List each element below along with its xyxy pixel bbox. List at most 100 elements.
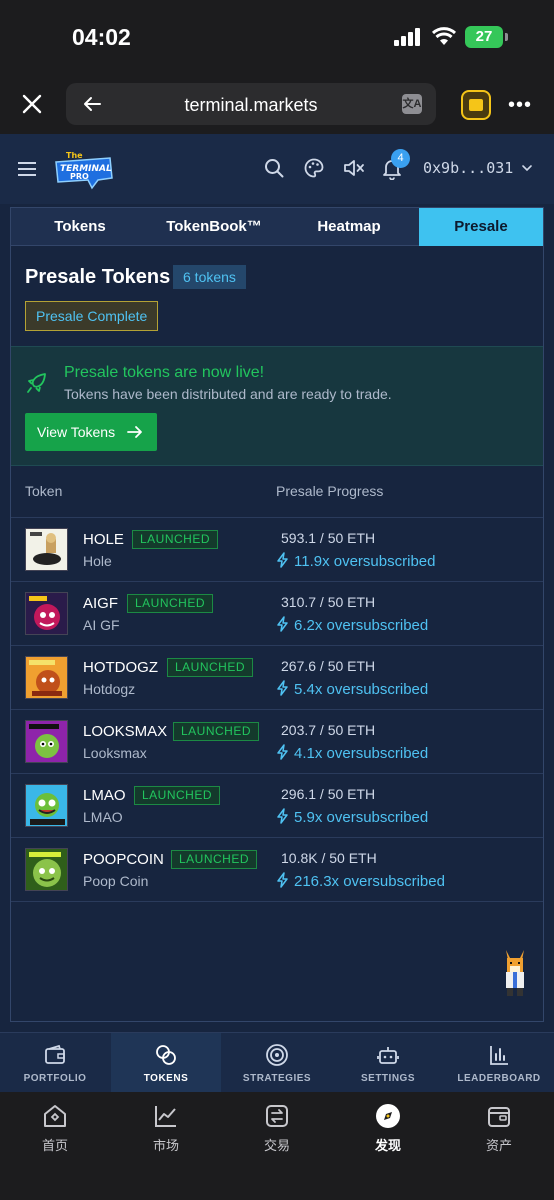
nav-discover[interactable]: 发现 — [358, 1102, 418, 1154]
nav-label: LEADERBOARD — [457, 1073, 541, 1084]
battery-icon: 27 — [465, 26, 503, 48]
nav-home[interactable]: 首页 — [25, 1102, 85, 1154]
launched-badge: LAUNCHED — [171, 850, 258, 869]
token-thumbnail — [25, 848, 68, 891]
token-name: Hole — [83, 553, 112, 569]
oversubscribed-text: 5.9x oversubscribed — [294, 809, 429, 826]
hamburger-menu-icon[interactable] — [18, 162, 36, 176]
oversubscribed: 216.3x oversubscribed — [276, 872, 445, 890]
lightning-icon — [277, 744, 288, 760]
token-symbol: POOPCOIN — [83, 851, 164, 868]
wallet-address[interactable]: 0x9b...031 — [423, 159, 513, 177]
table-row[interactable]: LOOKSMAX LAUNCHED Looksmax 203.7 / 50 ET… — [11, 710, 543, 774]
bar-chart-icon — [490, 1046, 508, 1065]
lightning-icon — [277, 808, 288, 824]
raised-amount: 310.7 / 50 ETH — [281, 594, 376, 610]
table-row[interactable]: POOPCOIN LAUNCHED Poop Coin 10.8K / 50 E… — [11, 838, 543, 902]
nav-strategies[interactable]: STRATEGIES — [222, 1033, 332, 1093]
token-thumbnail — [25, 720, 68, 763]
search-icon[interactable] — [264, 158, 284, 178]
robot-icon — [377, 1047, 399, 1064]
oversubscribed-text: 216.3x oversubscribed — [294, 873, 445, 890]
svg-text:The: The — [66, 151, 83, 160]
palette-icon[interactable] — [304, 158, 324, 178]
live-subtext: Tokens have been distributed and are rea… — [64, 386, 392, 402]
table-row[interactable]: HOTDOGZ LAUNCHED Hotdogz 267.6 / 50 ETH … — [11, 646, 543, 710]
live-banner: Presale tokens are now live! Tokens have… — [11, 346, 543, 466]
app-bottom-nav: PORTFOLIO TOKENS STRATEGIES SETTINGS LEA… — [0, 1032, 554, 1093]
lightning-icon — [277, 872, 288, 888]
lightning-icon — [277, 616, 288, 632]
nav-portfolio[interactable]: PORTFOLIO — [0, 1033, 110, 1093]
tab-tokens[interactable]: Tokens — [11, 208, 149, 246]
nav-market[interactable]: 市场 — [136, 1102, 196, 1154]
close-icon[interactable] — [20, 92, 44, 116]
tab-tokenbook[interactable]: TokenBook™ — [149, 208, 279, 246]
target-icon — [266, 1044, 288, 1066]
presale-panel: Tokens TokenBook™ Heatmap Presale Presal… — [10, 207, 544, 1022]
oversubscribed: 6.2x oversubscribed — [276, 616, 428, 634]
terminal-pro-logo[interactable]: The TERMINAL PRO — [52, 148, 116, 192]
view-tokens-label: View Tokens — [37, 424, 116, 440]
token-name: Looksmax — [83, 745, 147, 761]
nav-label: 发现 — [374, 1138, 401, 1153]
tab-heatmap[interactable]: Heatmap — [279, 208, 419, 246]
nav-tokens[interactable]: TOKENS — [111, 1033, 221, 1093]
mini-app-icon[interactable] — [461, 90, 491, 120]
address-bar[interactable]: terminal.markets 文A — [66, 83, 436, 125]
nav-label: STRATEGIES — [242, 1073, 312, 1084]
wifi-icon — [431, 27, 457, 45]
tab-presale[interactable]: Presale — [419, 208, 543, 246]
tab-bar: Tokens TokenBook™ Heatmap Presale — [11, 208, 543, 246]
table-row[interactable]: AIGF LAUNCHED AI GF 310.7 / 50 ETH 6.2x … — [11, 582, 543, 646]
nav-label: 资产 — [485, 1138, 512, 1153]
oversubscribed-text: 5.4x oversubscribed — [294, 681, 429, 698]
svg-text:PRO: PRO — [70, 172, 89, 181]
more-icon[interactable]: ••• — [508, 95, 532, 115]
launched-badge: LAUNCHED — [134, 786, 221, 805]
browser-bar: terminal.markets 文A ••• — [0, 78, 554, 134]
table-row[interactable]: HOLE LAUNCHED Hole 593.1 / 50 ETH 11.9x … — [11, 518, 543, 582]
market-icon — [155, 1106, 176, 1127]
launched-badge: LAUNCHED — [167, 658, 254, 677]
launched-badge: LAUNCHED — [127, 594, 214, 613]
live-heading: Presale tokens are now live! — [64, 364, 265, 381]
nav-assets[interactable]: 资产 — [469, 1102, 529, 1154]
nav-leaderboard[interactable]: LEADERBOARD — [444, 1033, 554, 1093]
url-domain: terminal.markets — [184, 95, 318, 115]
wallet-icon — [45, 1044, 65, 1064]
oversubscribed-text: 4.1x oversubscribed — [294, 745, 429, 762]
column-token: Token — [25, 483, 63, 499]
fox-mascot-icon[interactable] — [500, 946, 530, 998]
oversubscribed: 11.9x oversubscribed — [276, 552, 435, 570]
token-name: Poop Coin — [83, 873, 149, 889]
assets-icon — [488, 1107, 510, 1127]
signal-icon — [394, 28, 420, 46]
chevron-down-icon[interactable] — [521, 162, 533, 174]
nav-label: SETTINGS — [360, 1073, 415, 1084]
notification-badge: 4 — [391, 149, 410, 168]
oversubscribed-text: 6.2x oversubscribed — [294, 617, 429, 634]
mute-icon[interactable] — [343, 158, 365, 178]
oversubscribed-text: 11.9x oversubscribed — [294, 553, 436, 570]
oversubscribed: 4.1x oversubscribed — [276, 744, 428, 762]
browser-bottom-nav: 首页 市场 交易 发现 资产 — [0, 1092, 554, 1200]
translate-icon[interactable]: 文A — [402, 94, 422, 114]
nav-trade[interactable]: 交易 — [247, 1102, 307, 1154]
oversubscribed: 5.9x oversubscribed — [276, 808, 428, 826]
token-symbol: HOLE — [83, 531, 124, 548]
token-name: Hotdogz — [83, 681, 136, 697]
lightning-icon — [277, 552, 288, 568]
table-row[interactable]: LMAO LAUNCHED LMAO 296.1 / 50 ETH 5.9x o… — [11, 774, 543, 838]
token-name: LMAO — [83, 809, 123, 825]
view-tokens-button[interactable]: View Tokens — [25, 413, 157, 451]
token-name: AI GF — [83, 617, 120, 633]
lightning-icon — [277, 680, 288, 696]
token-symbol: LMAO — [83, 787, 126, 804]
nav-label: 首页 — [41, 1138, 68, 1153]
raised-amount: 203.7 / 50 ETH — [281, 722, 376, 738]
token-symbol: AIGF — [83, 595, 119, 612]
nav-settings[interactable]: SETTINGS — [333, 1033, 443, 1093]
column-progress: Presale Progress — [276, 483, 384, 499]
raised-amount: 593.1 / 50 ETH — [281, 530, 376, 546]
